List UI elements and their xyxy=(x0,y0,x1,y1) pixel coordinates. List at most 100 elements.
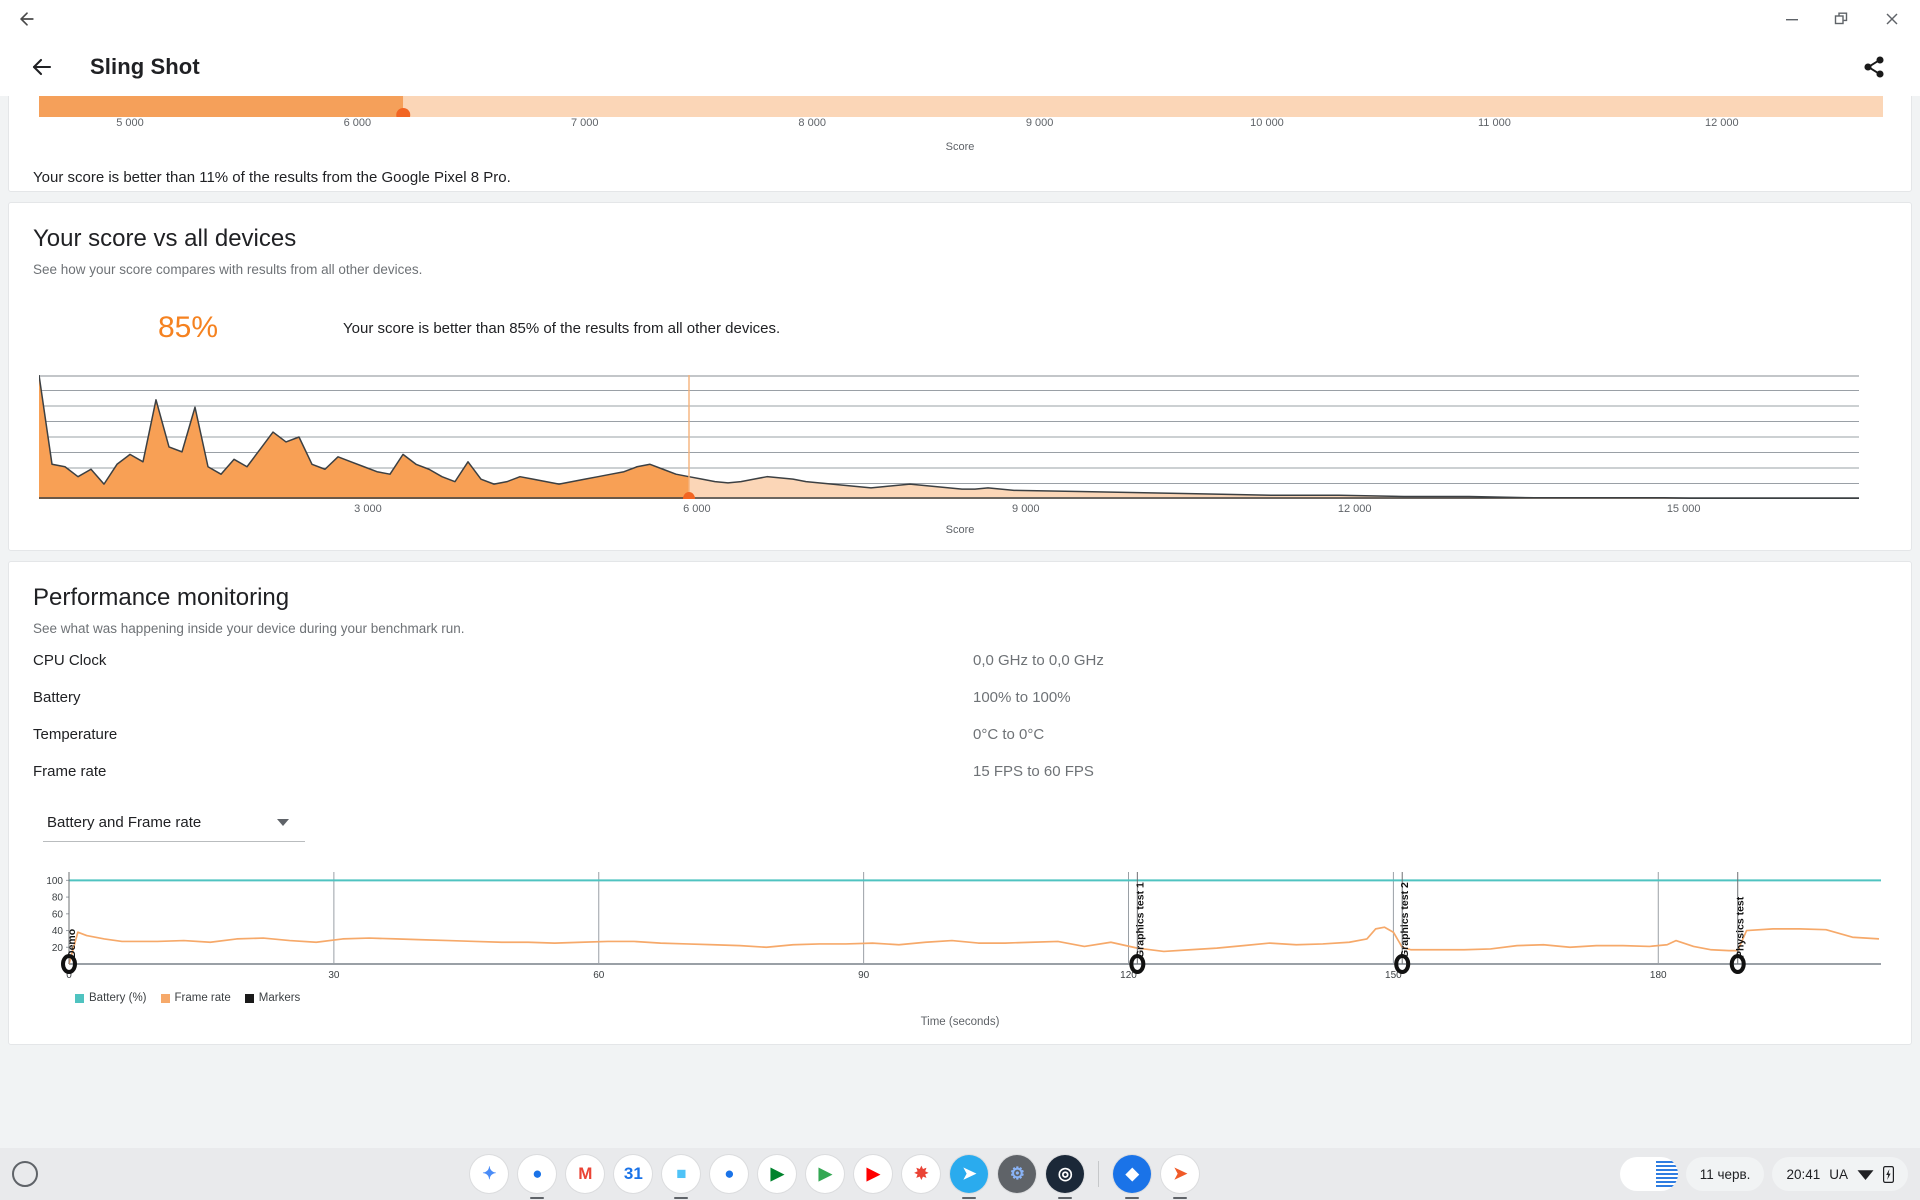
performance-timeline-chart[interactable]: 20 40 60 80 100 0 30 60 90 120 150 180 Demo Graphics … xyxy=(33,866,1887,986)
all-devices-percentile-text: Your score is better than 85% of the res… xyxy=(343,319,781,337)
device-axis-tick: 7 000 xyxy=(571,117,599,129)
performance-monitoring-card: Performance monitoring See what was happ… xyxy=(8,561,1912,1045)
share-icon xyxy=(1864,56,1884,78)
battery-charging-icon xyxy=(1883,1165,1894,1183)
telegram-icon[interactable]: ➤ xyxy=(950,1155,989,1193)
performance-stat-label: CPU Clock xyxy=(33,652,107,669)
device-histogram-chart[interactable] xyxy=(9,96,1911,117)
settings-icon[interactable]: ⚙ xyxy=(998,1155,1037,1193)
perf-marker-label: Physics test xyxy=(1735,896,1747,958)
performance-stat-label: Temperature xyxy=(33,726,118,743)
perf-marker-label: Graphics test 2 xyxy=(1399,882,1411,958)
scroll-content[interactable]: 5 000 6 000 7 000 8 000 9 000 10 000 11 000 12 … xyxy=(0,96,1920,1148)
legend-swatch xyxy=(75,993,84,1003)
legend-label: Markers xyxy=(258,992,301,1004)
device-axis-tick: 10 000 xyxy=(1250,117,1284,129)
all-devices-x-axis: 3 000 6 000 9 000 12 000 15 000 xyxy=(39,503,1881,523)
tray-locale-label: UA xyxy=(1829,1166,1848,1182)
tray-time-label: 20:41 xyxy=(1786,1166,1821,1182)
performance-axis-title: Time (seconds) xyxy=(920,1016,1000,1028)
performance-stat-label: Battery xyxy=(33,689,81,706)
performance-stat-row: Battery 100% to 100% xyxy=(33,685,1887,710)
window-close-button[interactable] xyxy=(1870,2,1914,36)
wifi-icon xyxy=(1857,1170,1874,1180)
legend-swatch xyxy=(244,993,254,1003)
all-devices-axis-tick: 6 000 xyxy=(683,503,711,515)
legend-item: Markers xyxy=(244,992,301,1004)
window-maximize-button[interactable] xyxy=(1820,2,1864,36)
performance-stat-row: Frame rate 15 FPS to 60 FPS xyxy=(33,759,1887,784)
perf-y-tick: 100 xyxy=(46,876,63,887)
window-minimize-button[interactable] xyxy=(1770,2,1814,36)
chevron-down-icon xyxy=(277,819,289,826)
device-chart-x-axis: 5 000 6 000 7 000 8 000 9 000 10 000 11 000 12 … xyxy=(39,117,1881,139)
device-comparison-card: 5 000 6 000 7 000 8 000 9 000 10 000 11 000 12 … xyxy=(8,96,1912,192)
perf-marker-label: Demo xyxy=(66,929,78,958)
perf-x-tick: 30 xyxy=(328,970,340,981)
calendar-icon[interactable]: 31 xyxy=(614,1155,653,1193)
meet-icon[interactable]: ▶ xyxy=(758,1155,797,1193)
all-devices-distribution-chart[interactable] xyxy=(33,375,1887,499)
window-back-button[interactable] xyxy=(10,2,44,36)
device-score-note: Your score is better than 11% of the res… xyxy=(33,169,511,186)
tray-date[interactable]: 11 черв. xyxy=(1685,1157,1765,1191)
performance-subtitle: See what was happening inside your devic… xyxy=(33,621,465,636)
all-devices-axis-tick: 3 000 xyxy=(354,503,382,515)
maximize-icon xyxy=(1834,12,1848,24)
minimize-icon xyxy=(1786,18,1798,20)
steam-icon[interactable]: ◎ xyxy=(1046,1155,1085,1193)
device-axis-tick: 5 000 xyxy=(116,117,144,129)
all-devices-heading: Your score vs all devices xyxy=(33,225,297,252)
system-tray: 11 черв. 20:41 UA xyxy=(1619,1157,1920,1191)
arrow-left-icon xyxy=(32,58,52,76)
device-chart-axis-title: Score xyxy=(945,141,975,153)
chrome-icon[interactable]: ● xyxy=(518,1155,557,1193)
app-back-button[interactable] xyxy=(22,47,62,87)
legend-label: Frame rate xyxy=(174,992,231,1004)
window-preview-thumbnail[interactable] xyxy=(1619,1157,1678,1191)
photos-icon[interactable]: ✸ xyxy=(902,1155,941,1193)
play-store-icon[interactable]: ▶ xyxy=(806,1155,845,1193)
arrow-left-icon xyxy=(20,11,34,26)
chat-icon[interactable]: ● xyxy=(710,1155,749,1193)
device-axis-tick: 8 000 xyxy=(798,117,826,129)
page-title: Sling Shot xyxy=(90,54,200,79)
performance-stat-row: Temperature 0°C to 0°C xyxy=(33,722,1887,747)
performance-heading: Performance monitoring xyxy=(33,584,290,611)
performance-metric-select[interactable]: Battery and Frame rate xyxy=(43,810,305,842)
device-histogram-svg xyxy=(39,96,1883,117)
performance-stat-value: 0°C to 0°C xyxy=(973,726,1045,743)
perf-marker-label: Graphics test 1 xyxy=(1134,882,1146,958)
tray-status[interactable]: 20:41 UA xyxy=(1772,1157,1908,1191)
performance-stat-value: 0,0 GHz to 0,0 GHz xyxy=(973,652,1104,669)
performance-stats-list: CPU Clock 0,0 GHz to 0,0 GHz Battery 100% t… xyxy=(33,648,1887,784)
app-header: Sling Shot xyxy=(0,38,1920,96)
performance-metric-select-value: Battery and Frame rate xyxy=(47,814,202,831)
close-icon xyxy=(1886,13,1898,24)
youtube-icon[interactable]: ▶ xyxy=(854,1155,893,1193)
all-devices-axis-tick: 15 000 xyxy=(1666,503,1701,515)
taskbar: ✦ ● M 31 ■ ● ▶ ▶ ▶ ✸ ➤ ⚙ ◎ ◆ ➤ 11 черв. 20:41 UA xyxy=(0,1148,1920,1200)
performance-chart-svg: 204060801000 30 60 90 120 150 180Demo Graphics … xyxy=(46,872,1881,981)
perf-y-tick: 60 xyxy=(52,909,64,920)
device-axis-tick: 6 000 xyxy=(343,117,372,129)
taskbar-separator xyxy=(1098,1161,1100,1187)
perf-x-tick: 60 xyxy=(593,970,605,981)
3dmark-icon[interactable]: ◆ xyxy=(1113,1155,1152,1193)
all-devices-subtitle: See how your score compares with results… xyxy=(33,262,423,277)
tray-date-label: 11 черв. xyxy=(1699,1166,1751,1182)
all-devices-axis-title: Score xyxy=(945,524,975,536)
legend-item: Battery (%) xyxy=(75,992,147,1004)
perf-x-tick: 90 xyxy=(858,970,870,981)
files-icon[interactable]: ■ xyxy=(662,1155,701,1193)
gmail-icon[interactable]: M xyxy=(566,1155,605,1193)
all-devices-percentile: 85% xyxy=(157,311,219,344)
launcher-circle-icon[interactable] xyxy=(12,1161,38,1187)
device-axis-tick: 11 000 xyxy=(1477,117,1511,129)
share-button[interactable] xyxy=(1854,47,1894,87)
perf-y-tick: 80 xyxy=(52,893,64,904)
performance-chart-legend: Battery (%) Frame rate Markers xyxy=(75,992,1887,1004)
lightning-icon[interactable]: ➤ xyxy=(1161,1155,1200,1193)
gemini-icon[interactable]: ✦ xyxy=(470,1155,509,1193)
window-titlebar xyxy=(0,0,1920,38)
